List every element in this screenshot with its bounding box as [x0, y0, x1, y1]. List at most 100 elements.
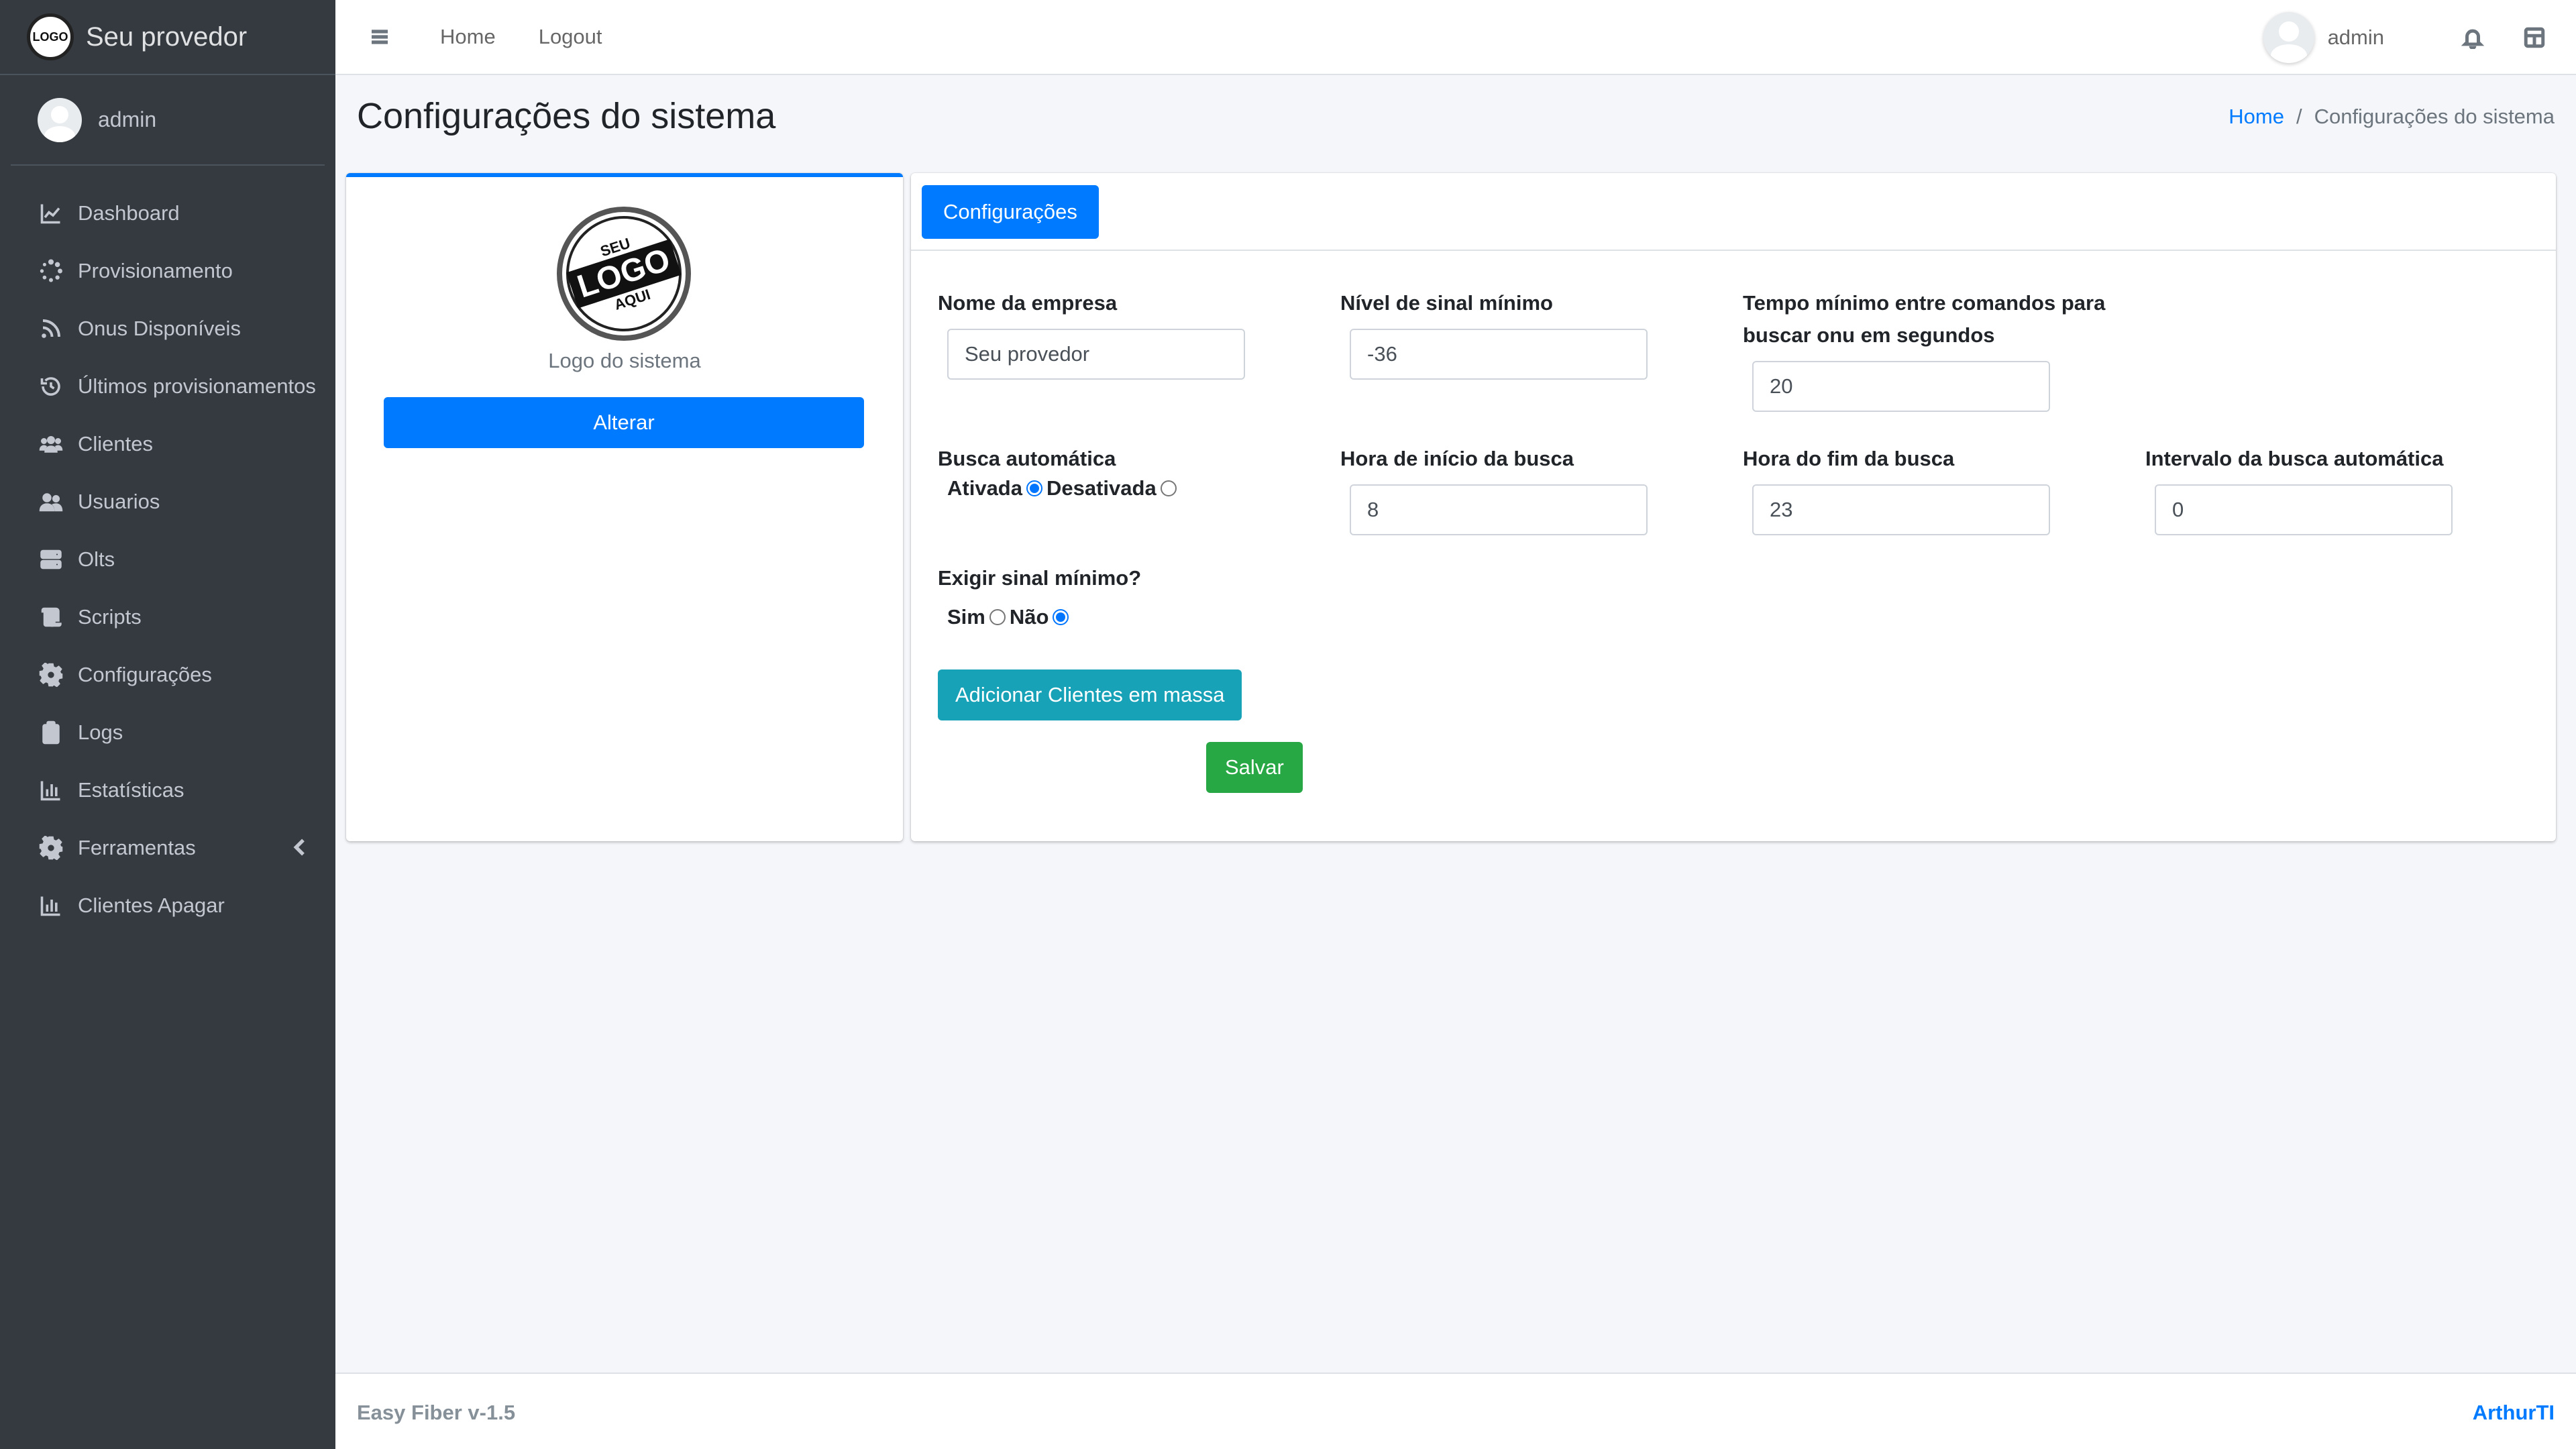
users-icon — [38, 431, 64, 458]
auto-on-radio[interactable] — [1026, 480, 1042, 496]
no-label: Não — [1009, 605, 1049, 629]
sidebar-item-configuracoes[interactable]: Configurações — [0, 646, 335, 704]
footer: Easy Fiber v-1.5 ArthurTI — [335, 1373, 2576, 1449]
logo-card: SEU LOGO AQUI Logo do sistema Alterar — [346, 173, 903, 841]
sidebar-item-logs[interactable]: Logs — [0, 704, 335, 761]
bell-icon[interactable] — [2458, 23, 2487, 52]
auto-search-radio-group: Ativada Desativada — [947, 476, 1181, 500]
sidebar-item-label: Scripts — [78, 605, 142, 629]
breadcrumb-home[interactable]: Home — [2229, 105, 2284, 129]
sidebar-item-label: Estatísticas — [78, 778, 184, 802]
clipboard-icon — [38, 719, 64, 746]
config-card: Configurações Nome da empresa Nível de s… — [911, 173, 2556, 841]
sidebar-item-label: Dashboard — [78, 201, 180, 225]
brand-link[interactable]: LOGO Seu provedor — [0, 0, 335, 75]
sidebar-item-label: Onus Disponíveis — [78, 317, 241, 340]
sidebar-item-clientes-apagar[interactable]: Clientes Apagar — [0, 877, 335, 934]
sidebar-item-label: Usuarios — [78, 490, 160, 513]
sidebar-item-ultimos[interactable]: Últimos provisionamentos — [0, 358, 335, 415]
menu-icon[interactable] — [368, 25, 392, 49]
sidebar-item-label: Olts — [78, 547, 115, 571]
breadcrumb-separator: / — [2296, 105, 2302, 128]
grid-icon[interactable] — [2520, 23, 2549, 52]
end-hour-input[interactable] — [1752, 484, 2050, 535]
min-time-label-line1: Tempo mínimo entre comandos para — [1743, 291, 2106, 315]
rss-icon — [38, 315, 64, 342]
topbar: Home Logout admin — [335, 0, 2576, 75]
auto-off-label: Desativada — [1046, 476, 1157, 500]
auto-search-label: Busca automática — [938, 447, 1116, 470]
footer-version: Easy Fiber v-1.5 — [357, 1401, 516, 1424]
sidebar-item-ferramentas[interactable]: Ferramentas — [0, 819, 335, 877]
avatar — [38, 97, 82, 142]
chart-line-icon — [38, 200, 64, 227]
require-signal-radio-group: Sim Não — [947, 605, 1073, 629]
bulk-add-clients-button[interactable]: Adicionar Clientes em massa — [938, 669, 1242, 720]
breadcrumb: Home / Configurações do sistema — [2229, 105, 2555, 129]
interval-input[interactable] — [2155, 484, 2453, 535]
yes-radio[interactable] — [989, 609, 1006, 625]
user-panel[interactable]: admin — [11, 75, 325, 166]
chart-bar-icon — [38, 892, 64, 919]
sidebar: LOGO Seu provedor admin Dashboard Provis… — [0, 0, 335, 1449]
min-time-label-line2: buscar onu em segundos — [1743, 323, 1995, 347]
yes-label: Sim — [947, 605, 985, 629]
save-button[interactable]: Salvar — [1206, 742, 1303, 793]
sidebar-item-label: Últimos provisionamentos — [78, 374, 316, 398]
start-hour-label: Hora de início da busca — [1340, 447, 1574, 470]
interval-label: Intervalo da busca automática — [2145, 447, 2444, 470]
nav-link-home[interactable]: Home — [440, 25, 496, 49]
min-signal-label: Nível de sinal mínimo — [1340, 291, 1553, 315]
require-signal-label: Exigir sinal mínimo? — [938, 566, 1142, 590]
brand-name: Seu provedor — [86, 21, 248, 52]
end-hour-label: Hora do fim da busca — [1743, 447, 1955, 470]
sidebar-item-label: Clientes Apagar — [78, 894, 225, 917]
auto-off-radio[interactable] — [1160, 480, 1177, 496]
topbar-username[interactable]: admin — [2328, 25, 2384, 50]
sidebar-item-scripts[interactable]: Scripts — [0, 588, 335, 646]
topbar-right: admin — [2263, 0, 2549, 75]
spinner-icon — [38, 258, 64, 284]
user-friends-icon — [38, 488, 64, 515]
breadcrumb-current: Configurações do sistema — [2314, 105, 2555, 128]
auto-on-label: Ativada — [947, 476, 1022, 500]
sidebar-item-label: Clientes — [78, 432, 153, 455]
sidebar-item-estatisticas[interactable]: Estatísticas — [0, 761, 335, 819]
tab-configuracoes[interactable]: Configurações — [922, 185, 1099, 239]
logo-caption: Logo do sistema — [548, 349, 701, 372]
chevron-left-icon[interactable] — [290, 837, 311, 861]
sidebar-item-label: Ferramentas — [78, 836, 196, 859]
start-hour-input[interactable] — [1350, 484, 1648, 535]
sidebar-item-onus[interactable]: Onus Disponíveis — [0, 300, 335, 358]
min-time-input[interactable] — [1752, 361, 2050, 412]
logo-badge: SEU LOGO AQUI — [551, 201, 697, 347]
server-icon — [38, 546, 64, 573]
sidebar-item-provisionamento[interactable]: Provisionamento — [0, 242, 335, 300]
sidebar-item-usuarios[interactable]: Usuarios — [0, 473, 335, 531]
page-title: Configurações do sistema — [357, 96, 776, 136]
company-name-label: Nome da empresa — [938, 291, 1118, 315]
chart-bar-icon — [38, 777, 64, 804]
no-radio[interactable] — [1053, 609, 1069, 625]
sidebar-username: admin — [98, 107, 157, 131]
min-signal-input[interactable] — [1350, 329, 1648, 380]
company-name-input[interactable] — [947, 329, 1245, 380]
system-logo: SEU LOGO AQUI — [551, 201, 697, 347]
sidebar-item-label: Configurações — [78, 663, 212, 686]
scroll-icon — [38, 604, 64, 631]
footer-author-link[interactable]: ArthurTI — [2473, 1401, 2555, 1425]
sidebar-item-label: Provisionamento — [78, 259, 233, 282]
history-icon — [38, 373, 64, 400]
sidebar-nav: Dashboard Provisionamento Onus Disponíve… — [0, 166, 335, 934]
nav-link-logout[interactable]: Logout — [539, 25, 602, 49]
gear-icon — [38, 835, 64, 861]
sidebar-item-clientes[interactable]: Clientes — [0, 415, 335, 473]
avatar[interactable] — [2263, 12, 2314, 63]
sidebar-item-olts[interactable]: Olts — [0, 531, 335, 588]
change-logo-button[interactable]: Alterar — [384, 397, 864, 448]
card-header: Configurações — [911, 173, 2556, 251]
sidebar-item-dashboard[interactable]: Dashboard — [0, 184, 335, 242]
sidebar-item-label: Logs — [78, 720, 123, 744]
brand-logo: LOGO — [27, 13, 74, 60]
gear-icon — [38, 661, 64, 688]
